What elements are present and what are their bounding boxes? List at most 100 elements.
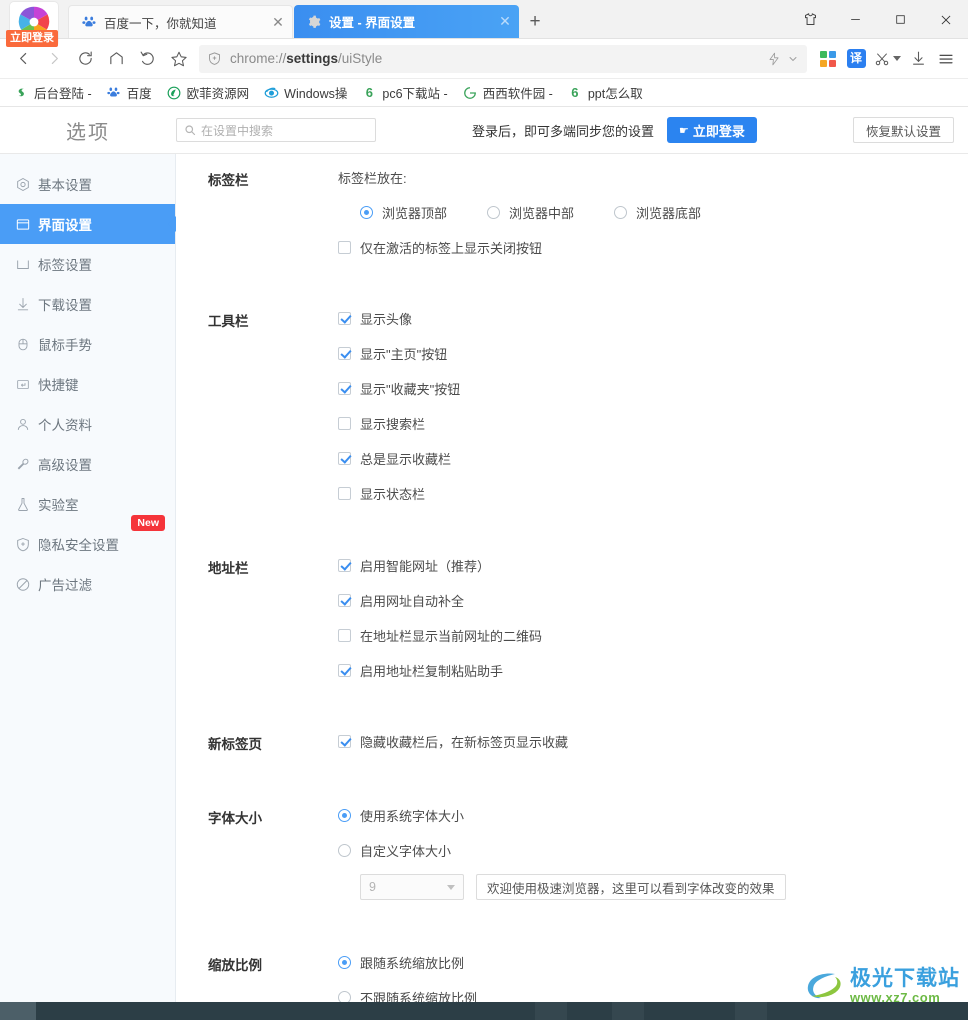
section-label: 地址栏 [208, 561, 249, 576]
checkbox-icon[interactable] [338, 452, 351, 465]
sidebar-item-adblock[interactable]: 广告过滤 [0, 564, 175, 604]
sidebar-item-basic[interactable]: 基本设置 [0, 164, 175, 204]
bookmark-item[interactable]: 西西软件园 - [455, 81, 560, 104]
settings-sidebar: 基本设置 界面设置 标签设置 下载设置 鼠标手势 快捷键 个人资料 高级设置 实… [0, 154, 176, 1020]
checkbox-icon[interactable] [338, 382, 351, 395]
sidebar-item-profile[interactable]: 个人资料 [0, 404, 175, 444]
hamburger-menu-icon[interactable] [932, 43, 960, 74]
radio-tabbar-middle[interactable]: 浏览器中部 [487, 203, 574, 222]
sidebar-item-interface[interactable]: 界面设置 [0, 204, 175, 244]
address-bar[interactable]: chrome://settings/uiStyle [199, 44, 807, 73]
radio-icon[interactable] [360, 206, 373, 219]
chevron-down-icon[interactable] [892, 56, 901, 61]
checkbox-show-bookmarks-button[interactable]: 显示"收藏夹"按钮 [338, 379, 968, 398]
bookmark-label: 百度 [126, 87, 152, 101]
browser-window: 立即登录 百度一下，你就知道 ✕ 设置 - 界面设置 ✕ + chrome://… [0, 0, 968, 1020]
close-icon[interactable]: ✕ [497, 13, 513, 30]
checkbox-close-on-active-only[interactable]: 仅在激活的标签上显示关闭按钮 [338, 238, 968, 257]
tab-baidu[interactable]: 百度一下，你就知道 ✕ [68, 5, 293, 38]
checkbox-smart-url[interactable]: 启用智能网址（推荐） [338, 556, 968, 575]
checkbox-icon[interactable] [338, 347, 351, 360]
radio-tabbar-top[interactable]: 浏览器顶部 [360, 203, 447, 222]
checkbox-show-home-button[interactable]: 显示"主页"按钮 [338, 344, 968, 363]
search-input[interactable]: 在设置中搜索 [176, 118, 376, 142]
close-button[interactable] [923, 0, 968, 39]
checkbox-show-bookmarks-on-newtab[interactable]: 隐藏收藏栏后，在新标签页显示收藏 [338, 732, 968, 751]
checkbox-icon[interactable] [338, 664, 351, 677]
bookmark-item[interactable]: 6 pc6下载站 - [354, 81, 454, 104]
ms-squares-glyph [820, 50, 836, 67]
reset-defaults-button[interactable]: 恢复默认设置 [852, 117, 954, 143]
login-button[interactable]: ☛ 立即登录 [667, 117, 757, 143]
sidebar-item-advanced[interactable]: 高级设置 [0, 444, 175, 484]
bookmark-item[interactable]: Windows操 [256, 81, 354, 104]
block-icon [14, 576, 31, 593]
radio-tabbar-bottom[interactable]: 浏览器底部 [614, 203, 701, 222]
close-icon[interactable]: ✕ [270, 14, 286, 31]
undo-close-tab-button[interactable] [132, 43, 163, 74]
checkbox-show-status-bar[interactable]: 显示状态栏 [338, 484, 968, 503]
checkbox-icon[interactable] [338, 312, 351, 325]
sidebar-item-downloads[interactable]: 下载设置 [0, 284, 175, 324]
hand-pointer-icon: ☛ [679, 124, 689, 137]
checkbox-icon[interactable] [338, 417, 351, 430]
skin-icon[interactable] [788, 0, 833, 39]
taskbar-item[interactable] [535, 1002, 567, 1020]
radio-label: 自定义字体大小 [360, 844, 452, 859]
taskbar-item[interactable] [735, 1002, 767, 1020]
checkbox-url-autocomplete[interactable]: 启用网址自动补全 [338, 591, 968, 610]
bookmark-item[interactable]: 百度 [99, 81, 159, 104]
reload-button[interactable] [70, 43, 101, 74]
sidebar-item-tabs[interactable]: 标签设置 [0, 244, 175, 284]
radio-label: 使用系统字体大小 [360, 809, 465, 824]
radio-system-font-size[interactable]: 使用系统字体大小 [338, 806, 968, 825]
radio-icon[interactable] [614, 206, 628, 219]
checkbox-icon[interactable] [338, 487, 351, 500]
sidebar-item-label: 实验室 [38, 498, 79, 513]
checkbox-icon[interactable] [338, 594, 351, 607]
radio-icon[interactable] [487, 206, 501, 219]
taskbar-start-button[interactable] [0, 1002, 36, 1020]
checkbox-show-search-bar[interactable]: 显示搜索栏 [338, 414, 968, 433]
checkbox-icon[interactable] [338, 559, 351, 572]
radio-label: 跟随系统缩放比例 [360, 956, 465, 971]
checkbox-icon[interactable] [338, 241, 351, 254]
translate-button[interactable]: 译 [842, 43, 870, 74]
forward-button[interactable] [39, 43, 70, 74]
tabbar-position-label: 标签栏放在: [338, 171, 407, 186]
radio-icon[interactable] [338, 844, 351, 857]
home-button[interactable] [101, 43, 132, 74]
screenshot-scissors-button[interactable] [870, 43, 904, 74]
bookmark-label: 欧菲资源网 [186, 87, 250, 101]
radio-icon[interactable] [338, 809, 351, 822]
tab-settings[interactable]: 设置 - 界面设置 ✕ [294, 5, 519, 38]
radio-custom-font-size[interactable]: 自定义字体大小 [338, 841, 968, 860]
sidebar-item-mouse-gestures[interactable]: 鼠标手势 [0, 324, 175, 364]
bookmark-star-icon[interactable] [163, 43, 194, 74]
checkbox-icon[interactable] [338, 629, 351, 642]
new-tab-button[interactable]: + [520, 5, 550, 38]
sidebar-item-privacy[interactable]: New 隐私安全设置 [0, 515, 175, 564]
back-button[interactable] [8, 43, 39, 74]
lightning-icon[interactable] [767, 52, 781, 66]
section-newtab: 新标签页 隐藏收藏栏后，在新标签页显示收藏 [176, 680, 968, 753]
microsoft-squares-icon[interactable] [814, 43, 842, 74]
sidebar-item-shortcuts[interactable]: 快捷键 [0, 364, 175, 404]
bookmark-item[interactable]: 后台登陆 - [6, 81, 99, 104]
watermark: 极光下载站 www.xz7.com [802, 966, 960, 1006]
login-chip[interactable]: 立即登录 [6, 30, 58, 47]
minimize-button[interactable] [833, 0, 878, 39]
radio-icon[interactable] [338, 956, 351, 969]
checkbox-icon[interactable] [338, 735, 351, 748]
chevron-down-icon[interactable] [787, 53, 799, 65]
taskbar-item[interactable] [612, 1002, 644, 1020]
bookmark-item[interactable]: 6 ppt怎么取 [560, 81, 650, 104]
bookmark-item[interactable]: 欧菲资源网 [159, 81, 257, 104]
checkbox-show-avatar[interactable]: 显示头像 [338, 309, 968, 328]
checkbox-always-show-bookmarks-bar[interactable]: 总是显示收藏栏 [338, 449, 968, 468]
downloads-button[interactable] [904, 43, 932, 74]
maximize-button[interactable] [878, 0, 923, 39]
font-size-select[interactable]: 9 [360, 874, 464, 900]
checkbox-show-qrcode[interactable]: 在地址栏显示当前网址的二维码 [338, 626, 968, 645]
checkbox-copy-paste-helper[interactable]: 启用地址栏复制粘贴助手 [338, 661, 968, 680]
